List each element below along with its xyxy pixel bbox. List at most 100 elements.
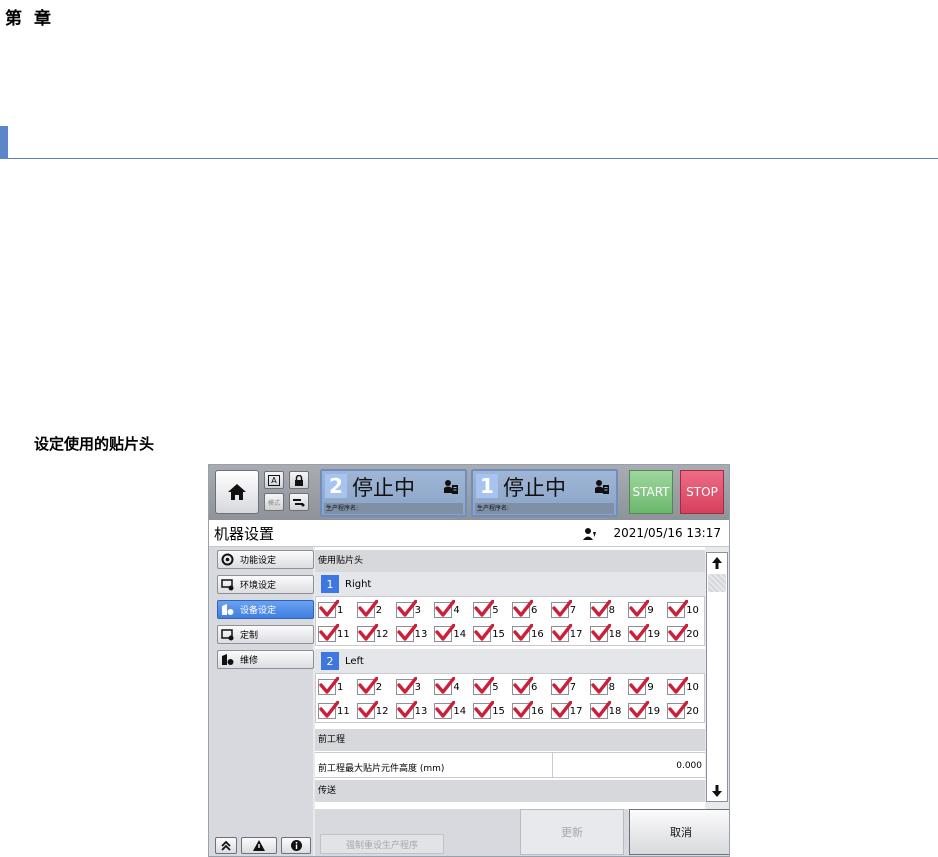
head-checkbox[interactable]: 6 [512, 676, 550, 698]
checkbox-box[interactable] [589, 624, 611, 642]
checkbox-box[interactable] [550, 701, 572, 719]
head-checkbox[interactable]: 15 [473, 700, 511, 722]
conveyor-button[interactable] [289, 493, 309, 511]
a-mode-button[interactable]: A [264, 471, 284, 489]
collapse-button[interactable] [215, 837, 237, 854]
checkbox-box[interactable] [318, 701, 339, 719]
checkbox-box[interactable] [667, 600, 689, 618]
head-checkbox[interactable]: 15 [473, 623, 511, 645]
head-checkbox[interactable]: 12 [356, 700, 395, 722]
head-checkbox[interactable]: 17 [550, 623, 589, 645]
head-checkbox[interactable]: 8 [589, 599, 628, 621]
head-checkbox[interactable]: 4 [434, 599, 472, 621]
checkbox-box[interactable] [550, 600, 572, 618]
checkbox-box[interactable] [512, 600, 533, 618]
head-checkbox[interactable]: 3 [395, 676, 434, 698]
head-checkbox[interactable]: 2 [356, 676, 395, 698]
checkbox-box[interactable] [628, 624, 650, 642]
head-checkbox[interactable]: 9 [628, 676, 666, 698]
checkbox-box[interactable] [473, 677, 495, 695]
checkbox-box[interactable] [434, 624, 456, 642]
sidebar-item-function[interactable]: 功能设定 [217, 550, 314, 569]
head-checkbox[interactable]: 16 [512, 700, 550, 722]
head-checkbox[interactable]: 10 [667, 676, 705, 698]
checkbox-box[interactable] [473, 600, 495, 618]
checkbox-box[interactable] [512, 624, 533, 642]
checkbox-box[interactable] [473, 624, 495, 642]
checkbox-box[interactable] [589, 677, 611, 695]
scroll-down-button[interactable] [707, 781, 727, 801]
checkbox-box[interactable] [356, 624, 378, 642]
checkbox-box[interactable] [473, 701, 495, 719]
sidebar-item-maintenance[interactable]: 维修 [217, 650, 314, 669]
sidebar-item-equipment[interactable]: 设备设定 [217, 600, 314, 619]
head-checkbox[interactable]: 20 [667, 700, 705, 722]
head-checkbox[interactable]: 13 [395, 700, 434, 722]
checkbox-box[interactable] [589, 600, 611, 618]
update-button[interactable]: 更新 [520, 809, 624, 855]
head-checkbox[interactable]: 12 [356, 623, 395, 645]
vertical-scrollbar[interactable] [706, 552, 728, 802]
alarm-button[interactable] [241, 837, 277, 854]
stop-button[interactable]: STOP [680, 470, 724, 514]
head-checkbox[interactable]: 9 [628, 599, 666, 621]
head-checkbox[interactable]: 11 [318, 700, 356, 722]
sidebar-item-custom[interactable]: 定制 [217, 625, 314, 644]
head-checkbox[interactable]: 7 [550, 676, 589, 698]
start-button[interactable]: START [629, 470, 673, 514]
checkbox-box[interactable] [628, 677, 650, 695]
checkbox-box[interactable] [356, 677, 378, 695]
checkbox-box[interactable] [512, 701, 533, 719]
checkbox-box[interactable] [434, 600, 456, 618]
checkbox-box[interactable] [550, 624, 572, 642]
sidebar-item-environment[interactable]: 环境设定 [217, 575, 314, 594]
force-reset-program-button[interactable]: 强制重设生产程序 [320, 834, 444, 854]
lane-1-status[interactable]: 1 停止中 生产程序名: [471, 469, 618, 517]
head-checkbox[interactable]: 13 [395, 623, 434, 645]
checkbox-box[interactable] [395, 677, 417, 695]
checkbox-box[interactable] [512, 677, 533, 695]
checkbox-box[interactable] [628, 600, 650, 618]
home-button[interactable] [215, 470, 259, 514]
checkbox-box[interactable] [434, 701, 456, 719]
lane-2-status[interactable]: 2 停止中 生产程序名: [320, 469, 467, 517]
info-button[interactable] [281, 837, 311, 854]
head-checkbox[interactable]: 6 [512, 599, 550, 621]
scroll-thumb[interactable] [708, 574, 726, 592]
checkbox-box[interactable] [356, 701, 378, 719]
pre-process-height-row[interactable]: 前工程最大贴片元件高度 (mm) 0.000 [315, 752, 705, 778]
head-checkbox[interactable]: 17 [550, 700, 589, 722]
head-checkbox[interactable]: 19 [628, 700, 666, 722]
head-checkbox[interactable]: 4 [434, 676, 472, 698]
head-checkbox[interactable]: 5 [473, 676, 511, 698]
head-checkbox[interactable]: 7 [550, 599, 589, 621]
checkbox-box[interactable] [318, 600, 339, 618]
checkbox-box[interactable] [667, 677, 689, 695]
checkbox-box[interactable] [395, 624, 417, 642]
checkbox-box[interactable] [667, 701, 689, 719]
pre-process-height-value[interactable]: 0.000 [676, 761, 702, 771]
checkbox-box[interactable] [667, 624, 689, 642]
head-checkbox[interactable]: 14 [434, 700, 472, 722]
cancel-button[interactable]: 取消 [629, 809, 729, 855]
head-checkbox[interactable]: 10 [667, 599, 705, 621]
head-checkbox[interactable]: 1 [318, 599, 356, 621]
checkbox-box[interactable] [550, 677, 572, 695]
lock-button[interactable] [289, 471, 309, 489]
head-checkbox[interactable]: 16 [512, 623, 550, 645]
scroll-up-button[interactable] [707, 553, 727, 573]
checkbox-box[interactable] [395, 600, 417, 618]
head-checkbox[interactable]: 3 [395, 599, 434, 621]
simulate-button[interactable]: 模式 [264, 493, 284, 511]
head-checkbox[interactable]: 8 [589, 676, 628, 698]
checkbox-box[interactable] [589, 701, 611, 719]
checkbox-box[interactable] [318, 677, 339, 695]
checkbox-box[interactable] [628, 701, 650, 719]
checkbox-box[interactable] [434, 677, 456, 695]
head-checkbox[interactable]: 18 [589, 623, 628, 645]
head-checkbox[interactable]: 20 [667, 623, 705, 645]
head-checkbox[interactable]: 14 [434, 623, 472, 645]
head-checkbox[interactable]: 2 [356, 599, 395, 621]
head-checkbox[interactable]: 5 [473, 599, 511, 621]
head-checkbox[interactable]: 18 [589, 700, 628, 722]
